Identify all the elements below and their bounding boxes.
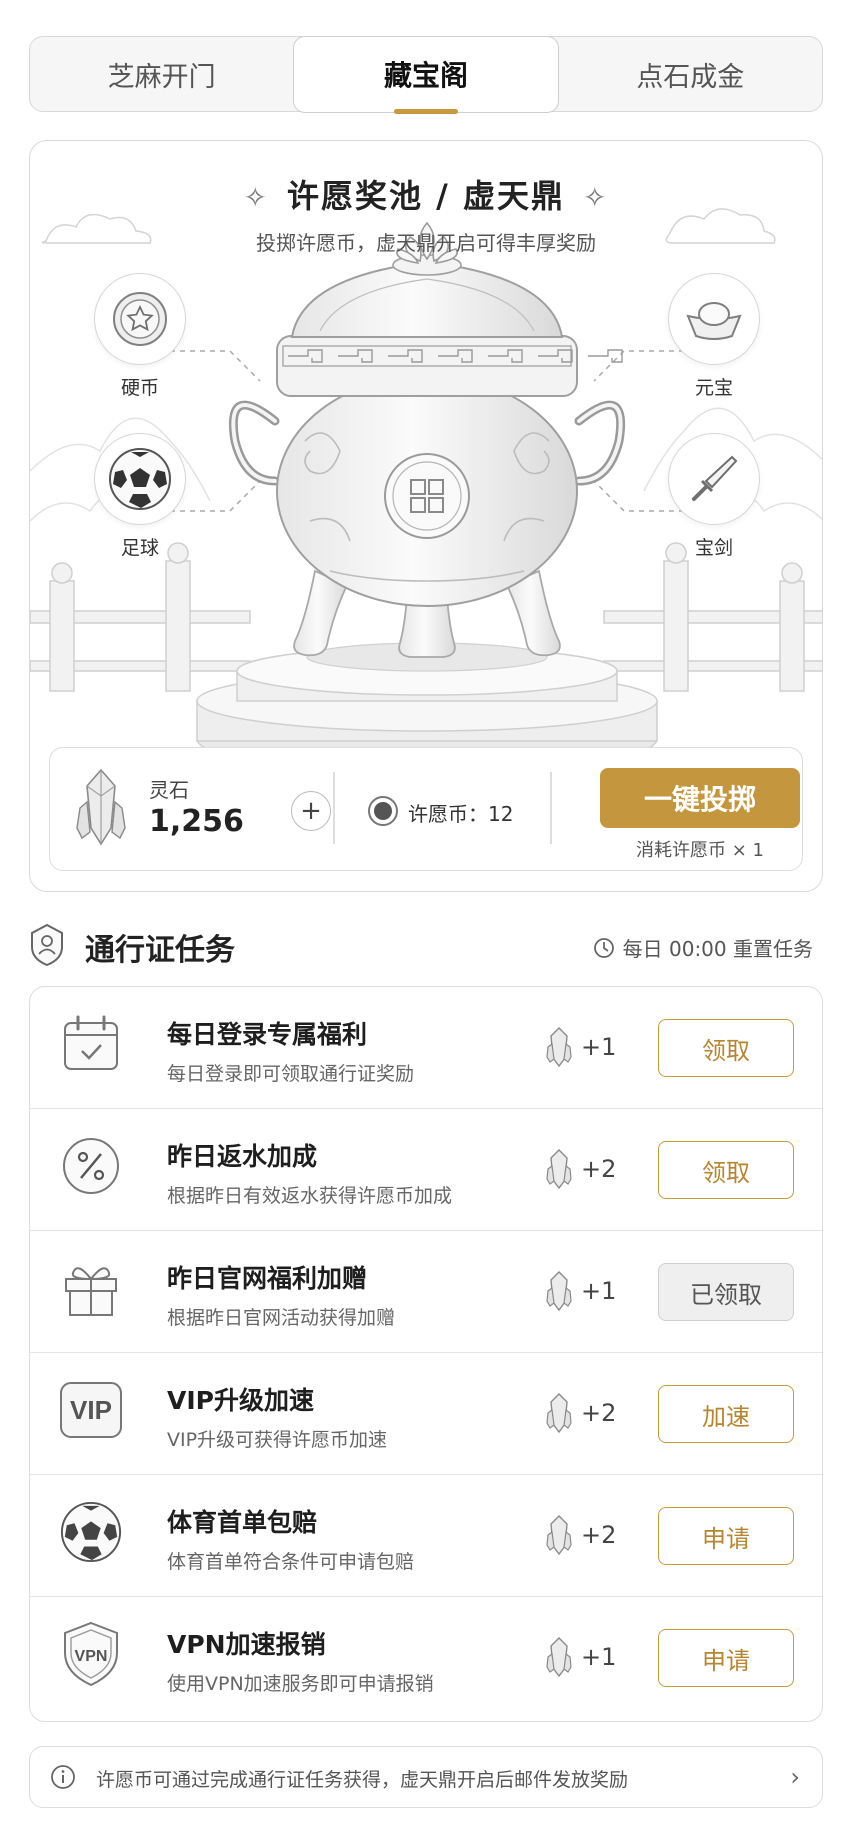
pool-subtitle: 投掷许愿币，虚天鼎开启可得丰厚奖励 [256,231,596,255]
sparkle-icon: ✧ [243,181,269,214]
task-desc: 使用VPN加速服务即可申请报销 [167,1673,434,1695]
calendar-check-icon [58,1011,124,1077]
prize-coin[interactable]: 硬币 [90,273,190,400]
notice-bar[interactable]: 许愿币可通过完成通行证任务获得，虚天鼎开启后邮件发放奖励 › [29,1746,823,1808]
task-row: 每日登录专属福利 每日登录即可领取通行证奖励 +1 领取 [30,987,822,1109]
pass-shield-icon [29,923,65,971]
task-title: 昨日官网福利加赠 [167,1264,368,1293]
clock-icon [593,937,614,958]
reset-info: 每日 00:00 重置任务 [593,933,813,962]
vip-icon: VIP [58,1377,124,1443]
wish-action-bar: 灵石 1,256 + 许愿币：12 一键投掷 消耗许愿币 × 1 [49,747,803,871]
gift-icon [58,1255,124,1321]
apply-button[interactable]: 申请 [658,1629,794,1687]
spirit-stone-icon [546,1637,572,1677]
svg-text:VPN: VPN [75,1648,108,1665]
apply-button[interactable]: 申请 [658,1507,794,1565]
claim-button[interactable]: 领取 [658,1141,794,1199]
tasks-title: 通行证任务 [85,933,235,968]
prize-label: 硬币 [120,377,159,399]
task-row: VIP VIP升级加速 VIP升级可获得许愿币加速 +2 加速 [30,1353,822,1475]
task-title: VPN加速报销 [167,1630,326,1659]
task-row: 昨日官网福利加赠 根据昨日官网活动获得加赠 +1 已领取 [30,1231,822,1353]
spirit-stone-value: 1,256 [149,804,244,839]
wish-coin-icon [368,796,398,826]
coin-icon [94,273,186,365]
chevron-right-icon[interactable]: › [790,1763,800,1791]
task-title: 体育首单包赔 [167,1508,318,1537]
task-title: VIP升级加速 [167,1386,314,1415]
spirit-stone-icon [74,768,128,852]
task-title: 每日登录专属福利 [167,1020,368,1049]
task-desc: 每日登录即可领取通行证奖励 [167,1063,415,1085]
sword-icon [668,433,760,525]
reward-amount: +1 [581,1277,617,1305]
divider [550,772,552,844]
prize-label: 宝剑 [694,537,733,559]
reward-amount: +2 [581,1155,617,1183]
top-tabs: 芝麻开门 藏宝阁 点石成金 [29,35,823,114]
claim-button[interactable]: 领取 [658,1019,794,1077]
task-reward: +1 [545,1637,616,1677]
vpn-shield-icon: VPN [58,1621,124,1687]
wish-coin-count: 许愿币：12 [408,802,514,826]
sparkle-icon: ✧ [582,181,609,214]
svg-text:VIP: VIP [70,1395,112,1425]
task-row: VPN VPN加速报销 使用VPN加速服务即可申请报销 +1 申请 [30,1597,822,1719]
reset-text: 每日 00:00 重置任务 [622,937,813,961]
spirit-stone-icon [546,1515,572,1555]
reward-amount: +2 [581,1521,617,1549]
reward-amount: +1 [581,1643,617,1671]
gold-ingot-icon [668,273,760,365]
tab-dianshi-chengjin[interactable]: 点石成金 [559,37,822,111]
football-icon [58,1499,124,1565]
claimed-button[interactable]: 已领取 [658,1263,794,1321]
tasks-header: 通行证任务 每日 00:00 重置任务 [29,917,823,973]
spirit-stone-icon [546,1393,572,1433]
task-reward: +2 [545,1149,616,1189]
task-row: 体育首单包赔 体育首单符合条件可申请包赔 +2 申请 [30,1475,822,1597]
task-reward: +2 [545,1515,616,1555]
info-icon [50,1764,76,1794]
task-desc: 根据昨日有效返水获得许愿币加成 [167,1185,453,1207]
spirit-stone-icon [546,1027,572,1067]
percent-icon [58,1133,124,1199]
prize-football[interactable]: 足球 [90,433,190,560]
reward-amount: +1 [581,1033,617,1061]
task-desc: VIP升级可获得许愿币加速 [167,1429,388,1451]
task-reward: +1 [545,1027,616,1067]
task-title: 昨日返水加成 [167,1142,318,1171]
spirit-stone-icon [546,1149,572,1189]
task-row: 昨日返水加成 根据昨日有效返水获得许愿币加成 +2 领取 [30,1109,822,1231]
divider [333,772,335,844]
spirit-stone-label: 灵石 [149,778,189,802]
prize-sword[interactable]: 宝剑 [664,433,764,560]
prize-label: 元宝 [694,377,733,399]
pool-title-text: 许愿奖池 / 虚天鼎 [287,177,565,215]
add-stone-button[interactable]: + [291,791,331,831]
reward-amount: +2 [581,1399,617,1427]
notice-text: 许愿币可通过完成通行证任务获得，虚天鼎开启后邮件发放奖励 [96,1769,629,1791]
spirit-stone-icon [546,1271,572,1311]
throw-cost: 消耗许愿币 × 1 [636,840,764,861]
task-desc: 体育首单符合条件可申请包赔 [167,1551,415,1573]
prize-label: 足球 [120,537,159,559]
throw-button[interactable]: 一键投掷 [600,768,800,828]
task-list: 每日登录专属福利 每日登录即可领取通行证奖励 +1 领取 昨日返水加成 根据昨日… [29,986,823,1722]
accelerate-button[interactable]: 加速 [658,1385,794,1443]
task-reward: +2 [545,1393,616,1433]
task-reward: +1 [545,1271,616,1311]
football-icon [94,433,186,525]
tab-cangbaoge[interactable]: 藏宝阁 [293,35,559,114]
prize-ingot[interactable]: 元宝 [664,273,764,400]
wish-pool-card: ✧ 许愿奖池 / 虚天鼎 ✧ 投掷许愿币，虚天鼎开启可得丰厚奖励 硬币 元宝 足球 … [29,140,823,892]
task-desc: 根据昨日官网活动获得加赠 [167,1307,396,1329]
tab-zhima-kaimen[interactable]: 芝麻开门 [30,37,293,111]
pool-title: ✧ 许愿奖池 / 虚天鼎 ✧ [30,171,822,217]
